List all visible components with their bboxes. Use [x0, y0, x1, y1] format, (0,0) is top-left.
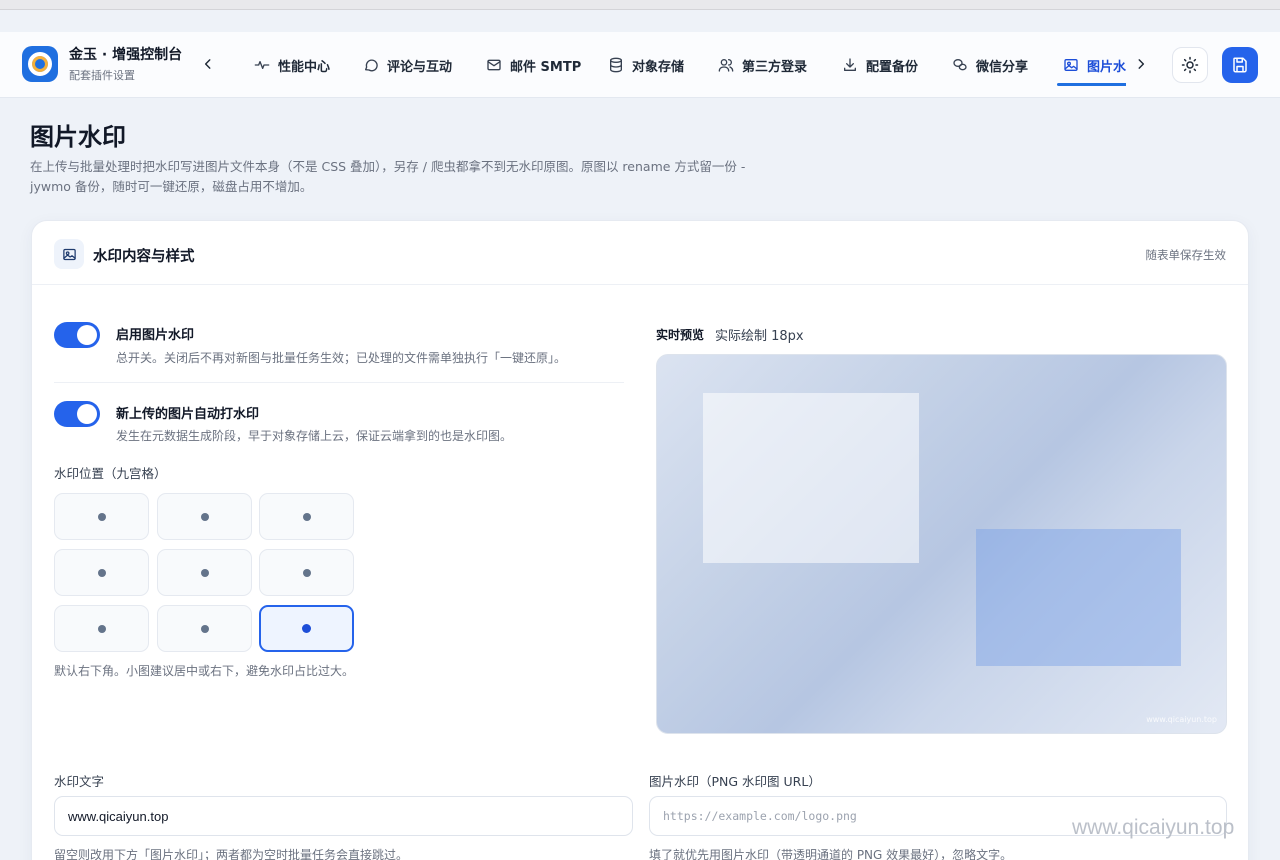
- auto-watermark-desc: 发生在元数据生成阶段，早于对象存储上云，保证云端拿到的也是水印图。: [116, 429, 513, 443]
- tab-label: 图片水印: [1087, 59, 1126, 75]
- download-icon: [844, 58, 856, 71]
- toggle-knob: [77, 404, 97, 424]
- position-middle-left[interactable]: [54, 549, 149, 596]
- preview-watermark-text: www.qicaiyun.top: [1146, 715, 1217, 724]
- tabs-scroll-left-button[interactable]: [198, 54, 218, 74]
- card-save-note: 随表单保存生效: [1145, 248, 1227, 262]
- position-grid-label: 水印位置（九宫格）: [54, 466, 167, 481]
- page-description: 在上传与批量处理时把水印写进图片文件本身（不是 CSS 叠加），另存 / 爬虫都…: [30, 159, 746, 194]
- tab-label: 评论与互动: [387, 59, 453, 75]
- position-bottom-right[interactable]: [259, 605, 354, 652]
- tab-performance[interactable]: 性能中心: [254, 32, 330, 98]
- position-dot: [200, 568, 209, 577]
- position-center[interactable]: [157, 549, 252, 596]
- toggle-knob: [77, 325, 97, 345]
- position-top-center[interactable]: [157, 493, 252, 540]
- divider: [54, 382, 624, 383]
- position-dot: [200, 624, 209, 633]
- mail-icon: [487, 59, 501, 71]
- app-header: 金玉 · 增强控制台 配套插件设置 性能中心 评论与互动 邮件 SMTP 对象存…: [0, 32, 1280, 98]
- position-dot: [200, 512, 209, 521]
- tab-label: 对象存储: [632, 59, 685, 75]
- position-hint: 默认右下角。小图建议居中或右下，避免水印占比过大。: [54, 664, 355, 678]
- tab-smtp[interactable]: 邮件 SMTP: [486, 32, 581, 98]
- tab-watermark[interactable]: 图片水印: [1056, 32, 1126, 98]
- tab-label: 配置备份: [866, 59, 919, 75]
- position-top-left[interactable]: [54, 493, 149, 540]
- chevron-left-icon: [204, 59, 211, 69]
- enable-watermark-toggle[interactable]: [54, 322, 100, 348]
- tabs-scroll-right-button[interactable]: [1131, 54, 1151, 74]
- tab-storage[interactable]: 对象存储: [608, 32, 684, 98]
- browser-top-strip: [0, 0, 1280, 10]
- auto-watermark-toggle[interactable]: [54, 401, 100, 427]
- sun-icon: [1181, 56, 1199, 74]
- database-icon: [610, 57, 622, 73]
- preview-size-text: 实际绘制 18px: [715, 329, 804, 344]
- tab-wechat[interactable]: 微信分享: [952, 32, 1028, 98]
- position-dot: [97, 512, 106, 521]
- watermark-image-label: 图片水印（PNG 水印图 URL）: [649, 774, 821, 789]
- image-icon: [62, 248, 76, 260]
- position-dot: [97, 624, 106, 633]
- watermark-preview: www.qicaiyun.top: [656, 354, 1227, 734]
- chat-bubble-icon: [365, 59, 378, 72]
- position-dot: [302, 624, 311, 633]
- save-icon: [1233, 57, 1247, 73]
- watermark-image-hint: 填了就优先用图片水印（带透明通道的 PNG 效果最好），忽略文字。: [649, 848, 1013, 860]
- tab-label: 第三方登录: [742, 59, 808, 75]
- enable-watermark-desc: 总开关。关闭后不再对新图与批量任务生效；已处理的文件需单独执行「一键还原」。: [116, 351, 567, 365]
- tab-oauth[interactable]: 第三方登录: [718, 32, 807, 98]
- save-button[interactable]: [1222, 47, 1258, 83]
- position-bottom-left[interactable]: [54, 605, 149, 652]
- chevron-right-icon: [1138, 59, 1145, 69]
- tab-label: 邮件 SMTP: [510, 59, 582, 75]
- tab-label: 微信分享: [976, 59, 1029, 75]
- auto-watermark-title: 新上传的图片自动打水印: [116, 407, 260, 422]
- card-header: 水印内容与样式 随表单保存生效: [32, 221, 1248, 285]
- app-logo: [22, 46, 58, 82]
- tab-backup[interactable]: 配置备份: [842, 32, 918, 98]
- watermark-text-hint: 留空则改用下方「图片水印」；两者都为空时批量任务会直接跳过。: [54, 848, 409, 860]
- enable-watermark-title: 启用图片水印: [116, 328, 195, 343]
- theme-toggle-button[interactable]: [1172, 47, 1208, 83]
- brand-subtitle: 配套插件设置: [69, 69, 135, 82]
- watermark-text-input[interactable]: [54, 796, 633, 836]
- wechat-icon: [953, 59, 967, 71]
- watermark-text-label: 水印文字: [54, 774, 105, 789]
- nav-tabs: 性能中心 评论与互动 邮件 SMTP 对象存储 第三方登录 配置备份 微信分享: [240, 32, 1126, 98]
- users-icon: [718, 59, 734, 72]
- preview-label: 实时预览: [656, 328, 705, 342]
- activity-icon: [254, 61, 270, 69]
- position-dot: [302, 512, 311, 521]
- position-middle-right[interactable]: [259, 549, 354, 596]
- position-dot: [97, 568, 106, 577]
- card-image-icon: [54, 239, 84, 269]
- tab-label: 性能中心: [278, 59, 331, 75]
- preview-blue-block: [976, 529, 1181, 666]
- position-bottom-center[interactable]: [157, 605, 252, 652]
- position-dot: [302, 568, 311, 577]
- page-title: 图片水印: [30, 123, 126, 151]
- watermark-settings-card: 水印内容与样式 随表单保存生效 启用图片水印 总开关。关闭后不再对新图与批量任务…: [31, 220, 1249, 860]
- tab-comments[interactable]: 评论与互动: [363, 32, 452, 98]
- site-watermark: www.qicaiyun.top: [1072, 816, 1235, 839]
- brand-title: 金玉 · 增强控制台: [69, 47, 183, 63]
- image-icon: [1064, 59, 1078, 71]
- preview-light-block: [703, 393, 919, 563]
- position-top-right[interactable]: [259, 493, 354, 540]
- logo-ring-icon: [28, 52, 52, 76]
- card-title: 水印内容与样式: [93, 249, 195, 265]
